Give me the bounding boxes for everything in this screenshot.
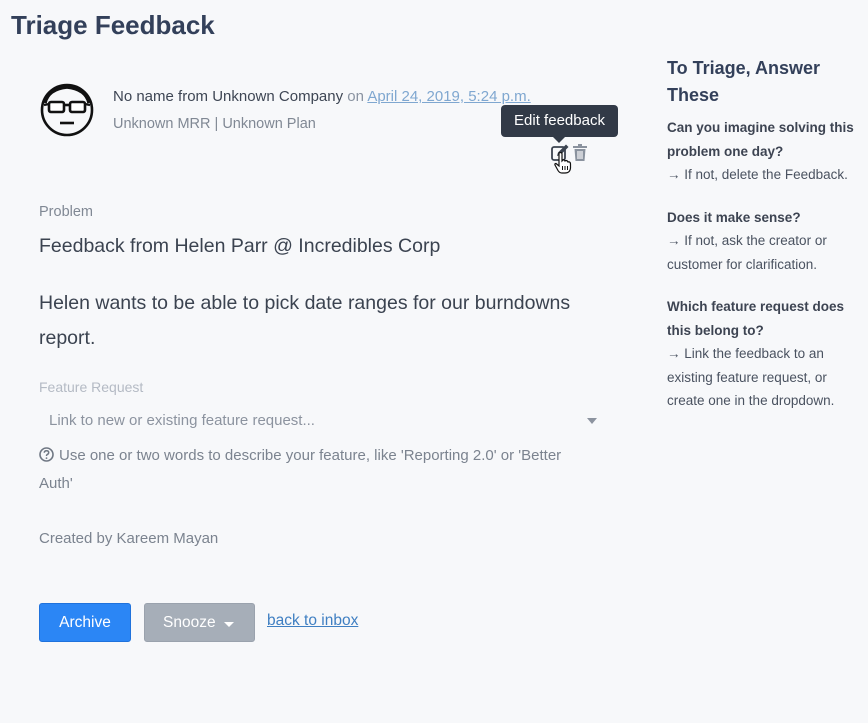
guide-item: Does it make sense? → If not, ask the cr… xyxy=(667,206,857,277)
edit-feedback-tooltip: Edit feedback xyxy=(501,105,618,143)
author-name: No name from Unknown Company xyxy=(113,88,344,105)
page-title: Triage Feedback xyxy=(11,10,215,40)
feature-request-help: Use one or two words to describe your fe… xyxy=(39,442,579,498)
problem-body: Helen wants to be able to pick date rang… xyxy=(39,292,571,349)
caret-down-icon xyxy=(224,622,234,627)
feature-request-label: Feature Request xyxy=(39,379,144,395)
snooze-button[interactable]: Snooze xyxy=(144,603,255,642)
author-line: No name from Unknown Company on April 24… xyxy=(113,88,531,105)
guide-answer: → If not, ask the creator or customer fo… xyxy=(667,233,827,272)
customer-meta: Unknown MRR | Unknown Plan xyxy=(113,116,316,132)
guide-question: Can you imagine solving this problem one… xyxy=(667,120,854,159)
feature-request-placeholder: Link to new or existing feature request.… xyxy=(49,412,315,429)
feature-request-select[interactable]: Link to new or existing feature request.… xyxy=(39,404,605,436)
snooze-label: Snooze xyxy=(163,613,216,631)
guide-answer: → Link the feedback to an existing featu… xyxy=(667,346,835,408)
guide-item: Which feature request does this belong t… xyxy=(667,295,857,413)
trash-icon[interactable] xyxy=(572,144,588,161)
back-to-inbox-link[interactable]: back to inbox xyxy=(267,612,358,630)
nerd-avatar-icon xyxy=(40,83,94,137)
guide-question: Which feature request does this belong t… xyxy=(667,299,845,338)
problem-label: Problem xyxy=(39,204,93,220)
triage-guide-sidebar: To Triage, Answer These Can you imagine … xyxy=(667,55,857,432)
guide-question: Does it make sense? xyxy=(667,209,801,225)
sidebar-title: To Triage, Answer These xyxy=(667,58,821,105)
caret-down-icon xyxy=(587,418,597,424)
feedback-date-link[interactable]: April 24, 2019, 5:24 p.m. xyxy=(367,88,530,105)
guide-item: Can you imagine solving this problem one… xyxy=(667,116,857,187)
guide-answer: → If not, delete the Feedback. xyxy=(667,167,848,182)
feature-request-help-text: Use one or two words to describe your fe… xyxy=(39,447,562,492)
triage-feedback-page: Triage Feedback No name from Unknown Com… xyxy=(0,0,868,723)
on-word: on xyxy=(347,88,364,105)
created-by: Created by Kareem Mayan xyxy=(39,530,219,547)
archive-button[interactable]: Archive xyxy=(39,603,131,642)
edit-icon[interactable] xyxy=(550,143,570,163)
problem-title: Feedback from Helen Parr @ Incredibles C… xyxy=(39,235,441,257)
help-circle-icon xyxy=(39,447,54,462)
